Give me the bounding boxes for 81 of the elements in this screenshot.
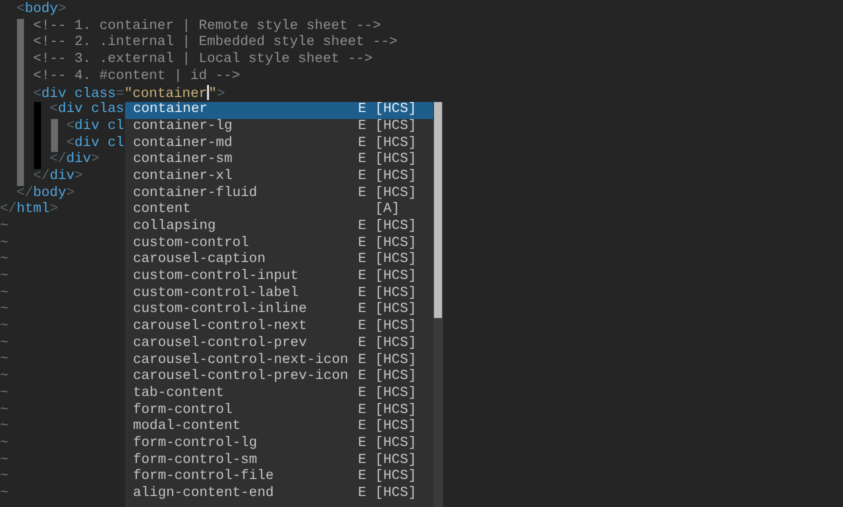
completion-item[interactable]: custom-control E [HCS] bbox=[125, 236, 433, 252]
empty-line-marker: ~ bbox=[0, 218, 8, 234]
code-token: < bbox=[32, 87, 42, 102]
completion-item[interactable]: container-lg E [HCS] bbox=[125, 118, 433, 136]
code-token: > bbox=[216, 87, 226, 102]
completion-item[interactable]: carousel-control-next-icon E [HCS] bbox=[125, 352, 433, 370]
code-token: </ bbox=[48, 152, 66, 168]
empty-line-marker: ~ bbox=[0, 286, 8, 301]
empty-line-marker: ~ bbox=[0, 386, 8, 401]
completion-item[interactable]: form-control-sm E [HCS] bbox=[125, 452, 433, 470]
empty-line-marker: ~ bbox=[0, 369, 8, 384]
code-token: div bbox=[50, 168, 75, 184]
empty-line-marker: ~ bbox=[0, 402, 8, 418]
completion-item[interactable]: carousel-control-prev-icon E [HCS] bbox=[125, 369, 433, 386]
code-token: > bbox=[58, 2, 66, 17]
code-comment: <!-- 3. .external | Local style sheet --> bbox=[32, 52, 373, 68]
code-token: cl bbox=[106, 118, 124, 134]
completion-item[interactable]: container E [HCS] bbox=[125, 102, 433, 119]
completion-item[interactable]: container-md E [HCS] bbox=[125, 136, 433, 152]
empty-line-marker: ~ bbox=[0, 352, 8, 368]
empty-line-marker: ~ bbox=[0, 469, 8, 484]
indent-guide bbox=[34, 102, 41, 169]
code-token: </ bbox=[16, 186, 34, 201]
empty-line-marker: ~ bbox=[0, 452, 8, 468]
code-token: clas bbox=[90, 102, 124, 118]
completion-item[interactable]: carousel-caption E [HCS] bbox=[125, 252, 433, 270]
empty-line-marker: ~ bbox=[0, 436, 8, 451]
code-token: div bbox=[74, 118, 100, 134]
completion-item[interactable]: container-sm E [HCS] bbox=[125, 152, 433, 169]
completion-item[interactable]: container-xl E [HCS] bbox=[125, 168, 433, 186]
code-token: > bbox=[50, 202, 58, 218]
empty-line-marker: ~ bbox=[0, 419, 8, 434]
code-token: < bbox=[65, 136, 75, 150]
code-token: div bbox=[66, 152, 92, 168]
code-token: body bbox=[33, 186, 66, 201]
empty-line-marker: ~ bbox=[0, 486, 8, 501]
empty-line-marker: ~ bbox=[0, 302, 8, 318]
completion-item[interactable]: align-content-end E [HCS] bbox=[125, 486, 433, 503]
indent-guide bbox=[51, 118, 58, 152]
code-token: > bbox=[91, 152, 100, 168]
code-token: html bbox=[16, 202, 50, 218]
code-token: </ bbox=[0, 202, 17, 218]
completion-item[interactable]: content [A] bbox=[125, 202, 433, 219]
empty-line-marker: ~ bbox=[0, 319, 8, 334]
code-token: class bbox=[74, 87, 116, 102]
empty-line-marker: ~ bbox=[0, 336, 8, 351]
completion-item[interactable]: container-fluid E [HCS] bbox=[125, 186, 433, 202]
code-token: = bbox=[116, 87, 124, 102]
code-token: < bbox=[16, 2, 25, 17]
scrollbar-thumb[interactable] bbox=[434, 102, 442, 318]
completion-item[interactable]: carousel-control-prev E [HCS] bbox=[125, 336, 433, 352]
code-token: " bbox=[208, 87, 217, 102]
completion-item[interactable]: carousel-control-next E [HCS] bbox=[125, 319, 433, 336]
completion-item[interactable]: form-control-file E [HCS] bbox=[125, 469, 433, 486]
code-token: body bbox=[24, 2, 58, 17]
code-token: div bbox=[41, 87, 66, 102]
empty-line-marker: ~ bbox=[0, 269, 8, 284]
code-token: div bbox=[74, 136, 100, 150]
code-token: > bbox=[66, 186, 75, 201]
code-token: < bbox=[48, 102, 58, 118]
scrollbar-track[interactable] bbox=[433, 102, 443, 507]
completion-item[interactable]: custom-control-input E [HCS] bbox=[125, 269, 433, 286]
code-comment: <!-- 1. container | Remote style sheet --> bbox=[32, 18, 381, 34]
completion-item[interactable]: tab-content E [HCS] bbox=[125, 386, 433, 403]
code-token: </ bbox=[32, 168, 50, 184]
code-comment: <!-- 2. .internal | Embedded style sheet --> bbox=[32, 35, 398, 50]
empty-line-marker: ~ bbox=[0, 236, 8, 251]
code-token: < bbox=[65, 118, 75, 134]
code-token: cl bbox=[106, 136, 124, 150]
empty-line-marker: ~ bbox=[0, 252, 8, 268]
code-comment: <!-- 4. #content | id --> bbox=[32, 68, 240, 84]
completion-item[interactable]: form-control-lg E [HCS] bbox=[125, 436, 433, 453]
completion-item[interactable]: collapsing E [HCS] bbox=[125, 219, 433, 236]
completion-item[interactable]: custom-control-inline E [HCS] bbox=[125, 302, 433, 320]
completion-item[interactable]: form-control E [HCS] bbox=[125, 402, 433, 420]
completion-item[interactable]: modal-content E [HCS] bbox=[125, 419, 433, 436]
completion-item[interactable]: custom-control-label E [HCS] bbox=[125, 286, 433, 302]
code-token: div bbox=[58, 102, 83, 118]
code-token: "container bbox=[124, 87, 208, 102]
text-cursor bbox=[207, 85, 209, 100]
code-token: > bbox=[74, 168, 83, 184]
